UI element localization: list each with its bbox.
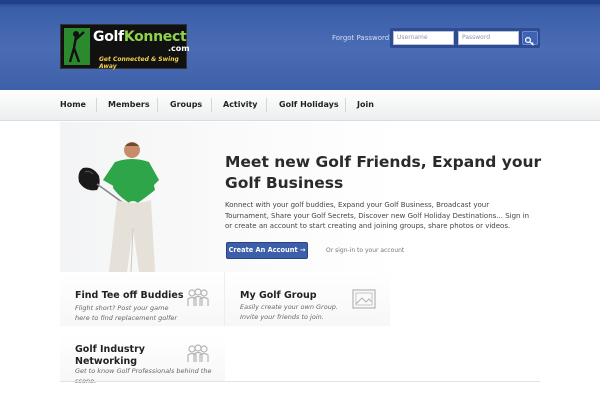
logo-tagline: Get Connected & Swing Away [99, 56, 179, 70]
feature-grid: Find Tee off Buddies Flight short? Post … [60, 272, 540, 385]
feature-title: Find Tee off Buddies [75, 290, 184, 301]
nav-groups[interactable]: Groups [170, 100, 202, 109]
login-button[interactable] [522, 31, 538, 46]
photo-icon [352, 289, 376, 309]
nav-divider [266, 98, 267, 112]
feature-card-my-golf-group[interactable]: My Golf Group Easily create your own Gro… [225, 272, 390, 326]
hero-title: Meet new Golf Friends, Expand your Golf … [225, 153, 542, 192]
nav-members[interactable]: Members [108, 100, 150, 109]
feature-description: Flight short? Post your game here to fin… [75, 304, 178, 322]
feature-title: Golf Industry Networking [75, 344, 145, 367]
feature-title: My Golf Group [240, 290, 317, 301]
password-input[interactable]: Password [458, 31, 519, 45]
signin-link[interactable]: Or sign-in to your account [326, 247, 404, 254]
nav-divider [211, 98, 212, 112]
feature-description: Get to know Golf Professionals behind th… [75, 367, 212, 385]
content-divider [60, 381, 540, 382]
people-icon [187, 344, 209, 362]
key-icon [524, 36, 534, 46]
site-header: GolfKonnect .com Get Connected & Swing A… [0, 0, 600, 90]
feature-description: Easily create your own Group. Invite you… [240, 303, 339, 321]
people-icon [187, 288, 209, 306]
nav-activity[interactable]: Activity [223, 100, 258, 109]
golfer-logo-icon [64, 28, 90, 65]
hero-description: Konnect with your golf buddies, Expand y… [225, 201, 530, 231]
nav-divider [96, 98, 97, 112]
nav-divider [345, 98, 346, 112]
feature-card-golf-industry-networking[interactable]: Golf Industry Networking Get to know Gol… [60, 334, 225, 385]
logo-dotcom: .com [168, 44, 190, 53]
golfer-hero-image [75, 140, 185, 273]
create-account-button[interactable]: Create An Account → [226, 242, 308, 259]
nav-golf-holidays[interactable]: Golf Holidays [279, 100, 339, 109]
username-input[interactable]: Username [393, 31, 454, 45]
nav-divider [157, 98, 158, 112]
site-logo[interactable]: GolfKonnect .com Get Connected & Swing A… [60, 24, 190, 70]
nav-home[interactable]: Home [60, 100, 86, 109]
forgot-password-link[interactable]: Forgot Password? [332, 34, 393, 42]
feature-card-tee-off-buddies[interactable]: Find Tee off Buddies Flight short? Post … [60, 272, 225, 326]
main-nav: Home Members Groups Activity Golf Holida… [0, 90, 600, 121]
logo-brand: GolfKonnect [93, 29, 187, 45]
nav-join[interactable]: Join [357, 100, 374, 109]
